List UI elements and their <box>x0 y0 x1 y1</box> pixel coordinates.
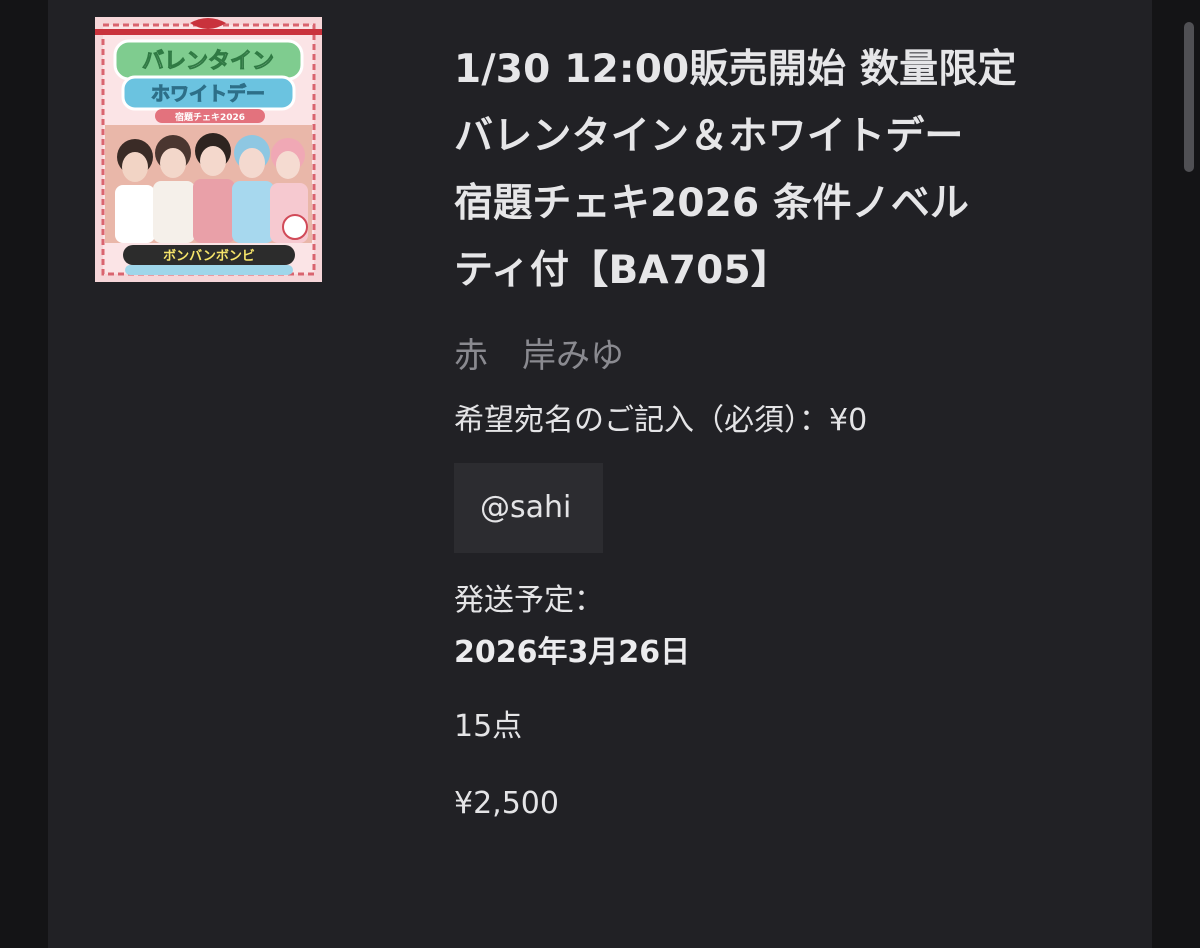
page: バレンタイン ホワイトデー 宿題チェキ2026 ボンバンボンビ 1/30 12:… <box>0 0 1200 948</box>
option-label: 希望宛名のご記入（必須）：¥0 <box>454 403 868 438</box>
product-title-line: 宿題チェキ2026 条件ノベル <box>454 181 970 226</box>
product-title-line: 1/30 12:00販売開始 数量限定 <box>454 47 1017 92</box>
product-thumbnail-art: バレンタイン ホワイトデー 宿題チェキ2026 ボンバンボンビ <box>95 17 322 282</box>
product-thumbnail[interactable]: バレンタイン ホワイトデー 宿題チェキ2026 ボンバンボンビ <box>95 17 322 282</box>
quantity: 15点 <box>454 709 523 744</box>
artist-name: 赤 岸みゆ <box>454 336 624 376</box>
product-title[interactable]: 1/30 12:00販売開始 数量限定 バレンタイン＆ホワイトデー 宿題チェキ2… <box>454 36 1114 304</box>
addressee-value-field[interactable]: @sahi <box>454 463 603 553</box>
product-title-line: ティ付【BA705】 <box>454 248 790 293</box>
shipping-label: 発送予定： <box>454 583 604 618</box>
thumb-title-line1: バレンタイン <box>142 49 274 74</box>
shipping-date: 2026年3月26日 <box>454 635 691 670</box>
price: ¥2,500 <box>454 786 559 821</box>
product-details: 1/30 12:00販売開始 数量限定 バレンタイン＆ホワイトデー 宿題チェキ2… <box>454 36 1114 826</box>
scrollbar-track[interactable] <box>1152 0 1200 948</box>
thumb-group-name: ボンバンボンビ <box>163 248 255 264</box>
product-title-line: バレンタイン＆ホワイトデー <box>454 114 964 159</box>
thumb-title-line2: ホワイトデー <box>151 82 265 105</box>
thumb-subtitle: 宿題チェキ2026 <box>175 111 245 123</box>
scrollbar-thumb[interactable] <box>1184 22 1194 172</box>
